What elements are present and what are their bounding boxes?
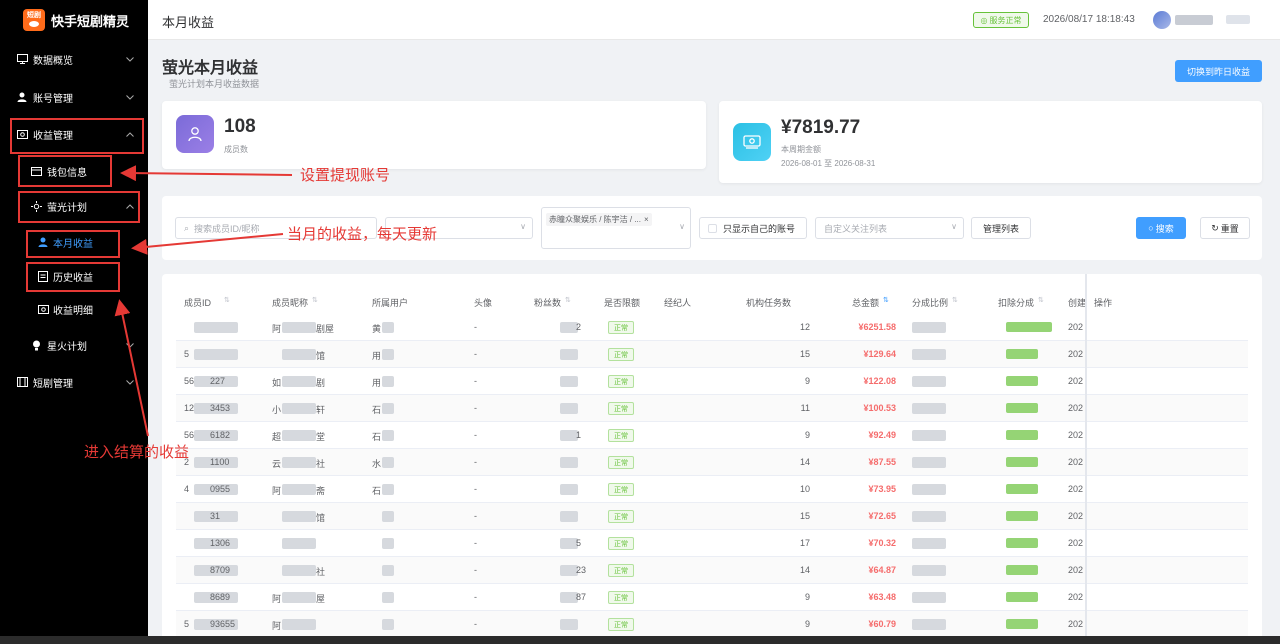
- annotation-arrows: [114, 165, 293, 437]
- bottom-strip: [0, 636, 1280, 644]
